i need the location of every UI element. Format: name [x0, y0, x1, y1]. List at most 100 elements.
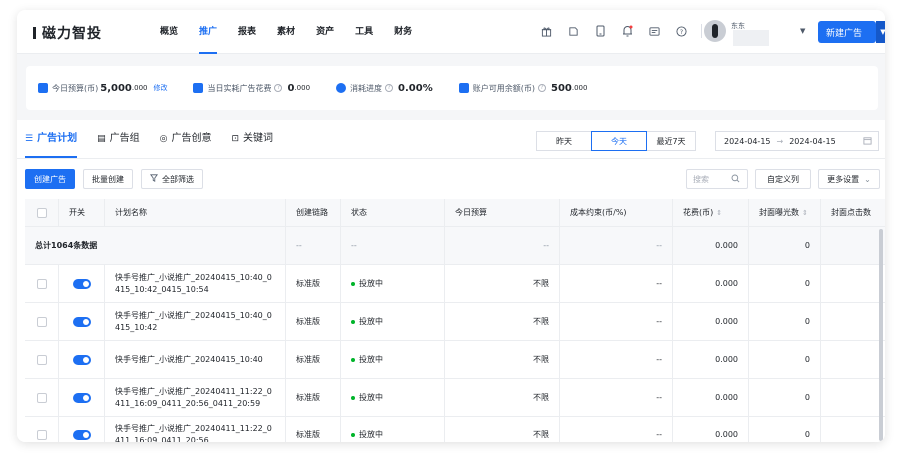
create-link-cell: 标准版 — [286, 417, 341, 442]
help-icon[interactable]: ? — [674, 24, 688, 38]
vertical-scrollbar[interactable] — [879, 229, 883, 441]
budget-cell[interactable]: 不限 — [445, 417, 560, 442]
sort-icon[interactable]: ⇕ — [802, 209, 808, 217]
tab-label: 广告组 — [109, 133, 140, 144]
row-select[interactable] — [25, 341, 59, 378]
help-icon[interactable]: ? — [274, 84, 283, 92]
nav-item-promotion[interactable]: 推广 — [199, 10, 218, 54]
chevron-down-icon[interactable]: ▼ — [800, 27, 805, 35]
plan-name-cell[interactable]: 快手号推广_小说推广_20240411_11:22_0411_16:09_041… — [105, 379, 286, 416]
plan-name-cell[interactable]: 快手号推广_小说推广_20240415_10:40_0415_10:42 — [105, 303, 286, 340]
phone-icon[interactable] — [593, 24, 607, 38]
budget-cell[interactable]: 不限 — [445, 303, 560, 340]
more-settings-button[interactable]: 更多设置 ⌄ — [818, 169, 880, 189]
checkbox[interactable] — [36, 392, 47, 403]
create-ad-button[interactable]: 创建广告 — [25, 169, 75, 189]
tab-ad-plans[interactable]: ☰ 广告计划 — [25, 120, 78, 158]
date-range-picker[interactable]: 2024-04-15 → 2024-04-15 — [715, 131, 879, 151]
batch-create-button[interactable]: 批量创建 — [83, 169, 133, 189]
search-input[interactable] — [693, 174, 731, 184]
toggle-switch[interactable] — [72, 354, 91, 365]
help-icon[interactable]: ? — [385, 84, 394, 92]
plan-name[interactable]: 快手号推广_小说推广_20240415_10:40_0415_10:42_041… — [115, 272, 275, 296]
search-icon[interactable] — [731, 174, 740, 185]
row-switch[interactable] — [59, 341, 105, 378]
edit-budget-link[interactable]: 修改 — [153, 83, 167, 93]
brand-logo — [33, 27, 36, 39]
search-box[interactable] — [686, 169, 748, 189]
filter-all-button[interactable]: 全部筛选 — [141, 169, 203, 189]
new-ad-button[interactable]: 新建广告 — [818, 21, 876, 43]
plan-name[interactable]: 快手号推广_小说推广_20240411_11:22_0411_16:09_041… — [115, 386, 275, 410]
row-select[interactable] — [25, 379, 59, 416]
new-ad-dropdown-icon[interactable]: ▼ — [876, 21, 885, 43]
status-cell: 投放中 — [341, 379, 445, 416]
brand[interactable]: 磁力智投 — [33, 23, 102, 43]
header-impressions-label: 封面曝光数 — [759, 208, 799, 217]
plan-name-cell[interactable]: 快手号推广_小说推广_20240415_10:40_0415_10:42_041… — [105, 265, 286, 302]
stat-spend-value: 0 — [287, 82, 295, 94]
checkbox[interactable] — [36, 354, 47, 365]
plan-name-cell[interactable]: 快手号推广_小说推广_20240411_11:22_0411_16:09_041… — [105, 417, 286, 442]
sort-icon[interactable]: ⇕ — [716, 209, 722, 217]
nav-item-reports[interactable]: 报表 — [238, 10, 256, 54]
notes-icon[interactable] — [566, 24, 580, 38]
row-switch[interactable] — [59, 265, 105, 302]
total-impressions: 0 — [749, 227, 821, 264]
gift-icon[interactable] — [539, 24, 553, 38]
header-select-all[interactable] — [25, 199, 59, 226]
toggle-switch[interactable] — [72, 429, 91, 440]
nav-item-finance[interactable]: 财务 — [394, 10, 412, 54]
table-row[interactable]: 快手号推广_小说推广_20240411_11:22_0411_16:09_041… — [25, 417, 885, 442]
nav-item-overview[interactable]: 概览 — [160, 10, 178, 54]
create-link-cell: 标准版 — [286, 265, 341, 302]
creative-icon: ◎ — [159, 134, 168, 144]
table-row[interactable]: 快手号推广_小说推广_20240415_10:40_0415_10:42 标准版… — [25, 303, 885, 341]
row-switch[interactable] — [59, 417, 105, 442]
message-icon[interactable] — [647, 24, 661, 38]
date-yesterday-button[interactable]: 昨天 — [536, 131, 592, 151]
budget-cell[interactable]: 不限 — [445, 265, 560, 302]
budget-cell[interactable]: 不限 — [445, 341, 560, 378]
tab-keywords[interactable]: ⊡ 关键词 — [231, 120, 273, 158]
toggle-switch[interactable] — [72, 278, 91, 289]
toggle-switch[interactable] — [72, 316, 91, 327]
table-row[interactable]: 快手号推广_小说推广_20240411_11:22_0411_16:09_041… — [25, 379, 885, 417]
checkbox[interactable] — [36, 207, 47, 218]
date-today-button[interactable]: 今天 — [591, 131, 647, 151]
cost-cell: -- — [560, 341, 673, 378]
header-create-link: 创建链路 — [286, 199, 341, 226]
header-spend[interactable]: 花费(币) ⇕ — [673, 199, 749, 226]
plan-name[interactable]: 快手号推广_小说推广_20240415_10:40_0415_10:42 — [115, 310, 275, 334]
row-switch[interactable] — [59, 379, 105, 416]
row-select[interactable] — [25, 417, 59, 442]
tab-ad-creatives[interactable]: ◎ 广告创意 — [160, 120, 212, 158]
table-row[interactable]: 快手号推广_小说推广_20240415_10:40_0415_10:42_041… — [25, 265, 885, 303]
custom-columns-button[interactable]: 自定义列 — [755, 169, 811, 189]
plan-name[interactable]: 快手号推广_小说推广_20240411_11:22_0411_16:09_041… — [115, 423, 275, 443]
username-redacted — [733, 30, 769, 46]
plan-name[interactable]: 快手号推广_小说推广_20240415_10:40 — [115, 354, 263, 366]
row-select[interactable] — [25, 303, 59, 340]
stat-balance-unit: .000 — [571, 84, 588, 92]
help-icon[interactable]: ? — [538, 84, 546, 92]
tab-ad-groups[interactable]: ▤ 广告组 — [97, 120, 140, 158]
toggle-switch[interactable] — [72, 392, 91, 403]
nav-item-assets[interactable]: 资产 — [316, 10, 334, 54]
checkbox[interactable] — [36, 278, 47, 289]
keyword-icon: ⊡ — [231, 134, 239, 144]
table-row[interactable]: 快手号推广_小说推广_20240415_10:40 标准版 投放中 不限 -- … — [25, 341, 885, 379]
checkbox[interactable] — [36, 316, 47, 327]
nav-item-materials[interactable]: 素材 — [277, 10, 295, 54]
avatar[interactable] — [704, 20, 726, 42]
plan-name-cell[interactable]: 快手号推广_小说推广_20240415_10:40 — [105, 341, 286, 378]
bell-icon[interactable] — [620, 24, 634, 38]
stat-balance-label: 账户可用余额(币) — [472, 83, 535, 93]
checkbox[interactable] — [36, 429, 47, 440]
date-last7-button[interactable]: 最近7天 — [646, 131, 696, 151]
row-switch[interactable] — [59, 303, 105, 340]
nav-item-tools[interactable]: 工具 — [355, 10, 373, 54]
header-impressions[interactable]: 封面曝光数 ⇕ — [749, 199, 821, 226]
budget-cell[interactable]: 不限 — [445, 379, 560, 416]
row-select[interactable] — [25, 265, 59, 302]
